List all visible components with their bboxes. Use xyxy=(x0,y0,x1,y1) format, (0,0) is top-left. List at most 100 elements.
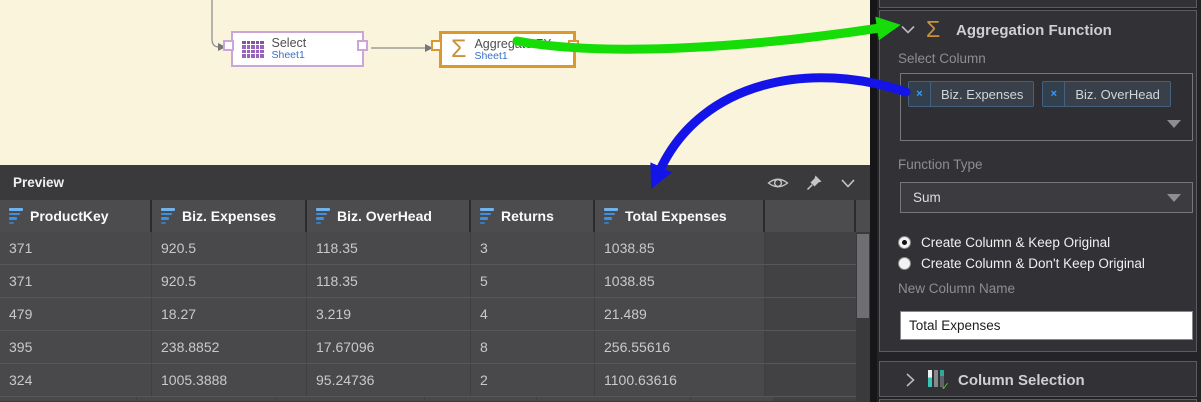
table-cell xyxy=(137,397,277,401)
empty-cell xyxy=(765,232,856,264)
dropdown-arrow-icon[interactable] xyxy=(1167,120,1181,128)
scrollbar-thumb[interactable] xyxy=(857,234,869,318)
table-cell: 17.67096 xyxy=(307,331,471,363)
table-row: 395238.885217.670968256.55616 xyxy=(0,331,856,364)
output-port[interactable] xyxy=(357,40,368,51)
function-type-dropdown[interactable]: Sum xyxy=(900,182,1193,213)
column-header[interactable]: ProductKey xyxy=(0,200,152,232)
aggregation-function-section: Σ Aggregation Function Select Column ×Bi… xyxy=(879,10,1197,352)
table-cell: 371 xyxy=(0,232,152,264)
scrollbar[interactable] xyxy=(856,232,870,402)
remove-x-icon[interactable]: × xyxy=(1043,82,1065,106)
panel-divider xyxy=(870,0,877,402)
empty-cell xyxy=(765,331,856,363)
table-cell: 3 xyxy=(471,232,595,264)
table-cell xyxy=(0,397,137,401)
selected-column-tag[interactable]: ×Biz. OverHead xyxy=(1042,81,1171,107)
chevron-down-icon[interactable] xyxy=(840,177,856,189)
partial-row xyxy=(0,397,856,401)
table-cell: 1100.63616 xyxy=(595,364,765,396)
table-cell: 920.5 xyxy=(152,265,307,297)
column-header-label: Biz. Expenses xyxy=(182,208,276,224)
node-text: Select Sheet1 xyxy=(272,37,307,61)
table-row: 3241005.388895.2473621100.63616 xyxy=(0,364,856,397)
column-header-label: Returns xyxy=(501,208,554,224)
output-port[interactable] xyxy=(568,40,579,51)
eye-icon[interactable] xyxy=(767,175,789,191)
radio-button[interactable] xyxy=(898,257,911,270)
column-header[interactable]: Biz. OverHead xyxy=(307,200,471,232)
column-filter-icon xyxy=(316,208,331,224)
app-root: Select Sheet1 Σ Aggregate FX Sheet1 Prev… xyxy=(0,0,1201,402)
section-title[interactable]: Aggregation Function xyxy=(956,22,1112,39)
table-header: ProductKey Biz. Expenses Biz. OverHead Retu… xyxy=(0,200,870,232)
pin-icon[interactable] xyxy=(806,174,823,191)
table-cell xyxy=(537,397,690,401)
table-body: 371920.5118.3531038.85371920.5118.355103… xyxy=(0,232,856,401)
workflow-canvas[interactable]: Select Sheet1 Σ Aggregate FX Sheet1 xyxy=(0,0,870,165)
table-cell: 1005.3888 xyxy=(152,364,307,396)
radio-label[interactable]: Create Column & Keep Original xyxy=(921,235,1110,250)
remove-x-icon[interactable]: × xyxy=(909,82,931,106)
dropdown-arrow-icon[interactable] xyxy=(1167,194,1181,202)
column-filter-icon xyxy=(604,208,619,224)
empty-cell xyxy=(765,364,856,396)
table-cell: 3.219 xyxy=(307,298,471,330)
grid-icon xyxy=(242,41,264,58)
node-title: Aggregate FX xyxy=(474,38,551,51)
preview-actions xyxy=(767,174,856,191)
table-row: 47918.273.219421.489 xyxy=(0,298,856,331)
sigma-icon: Σ xyxy=(451,37,466,62)
table-cell: 1038.85 xyxy=(595,265,765,297)
column-bars-icon: ✓ xyxy=(928,370,948,390)
selected-column-tag[interactable]: ×Biz. Expenses xyxy=(908,81,1034,107)
column-filter-icon xyxy=(161,208,176,224)
radio-button[interactable] xyxy=(898,236,911,249)
radio-option-dont-keep-original[interactable]: Create Column & Don't Keep Original xyxy=(898,254,1145,272)
table-cell: 1038.85 xyxy=(595,232,765,264)
column-header[interactable]: Returns xyxy=(471,200,595,232)
column-header[interactable]: Total Expenses xyxy=(595,200,765,232)
select-column-label: Select Column xyxy=(898,51,986,66)
table-cell: 920.5 xyxy=(152,232,307,264)
table-cell: 2 xyxy=(471,364,595,396)
sigma-icon: Σ xyxy=(926,16,940,43)
column-header-label: ProductKey xyxy=(30,208,109,224)
node-subtitle[interactable]: Sheet1 xyxy=(272,50,307,61)
input-port[interactable] xyxy=(431,40,442,51)
column-header-label: Total Expenses xyxy=(625,208,727,224)
node-select[interactable]: Select Sheet1 xyxy=(231,31,364,67)
table-cell: 8 xyxy=(471,331,595,363)
column-selection-section[interactable]: ✓ Column Selection xyxy=(879,361,1197,397)
selected-column-tags: ×Biz. Expenses×Biz. OverHead xyxy=(901,74,1192,107)
table-cell: 324 xyxy=(0,364,152,396)
node-text: Aggregate FX Sheet1 xyxy=(474,38,551,62)
table-cell: 479 xyxy=(0,298,152,330)
preview-title: Preview xyxy=(13,175,64,190)
table-cell xyxy=(425,397,537,401)
section-title[interactable]: Column Selection xyxy=(958,372,1085,389)
table-cell: 4 xyxy=(471,298,595,330)
radio-option-keep-original[interactable]: Create Column & Keep Original xyxy=(898,233,1110,251)
column-filter-icon xyxy=(9,208,24,224)
preview-panel: Preview ProductKeyBiz. ExpensesBiz. Ov xyxy=(0,165,870,402)
selected-column-tag-label: Biz. OverHead xyxy=(1065,82,1170,106)
scrollbar-corner xyxy=(856,200,870,232)
new-column-name-label: New Column Name xyxy=(898,281,1015,296)
empty-cell xyxy=(765,265,856,297)
table-cell xyxy=(691,397,774,401)
chevron-right-icon[interactable] xyxy=(904,372,916,388)
empty-cell xyxy=(765,298,856,330)
node-subtitle[interactable]: Sheet1 xyxy=(474,51,551,62)
table-cell: 95.24736 xyxy=(307,364,471,396)
table-cell: 395 xyxy=(0,331,152,363)
new-column-name-input[interactable] xyxy=(900,311,1193,340)
settings-panel: Σ Aggregation Function Select Column ×Bi… xyxy=(877,0,1201,402)
node-aggregate-fx[interactable]: Σ Aggregate FX Sheet1 xyxy=(439,31,576,68)
chevron-down-icon[interactable] xyxy=(900,24,916,35)
column-header[interactable]: Biz. Expenses xyxy=(152,200,307,232)
input-port[interactable] xyxy=(223,40,234,51)
column-multiselect[interactable]: ×Biz. Expenses×Biz. OverHead xyxy=(900,73,1193,141)
radio-label[interactable]: Create Column & Don't Keep Original xyxy=(921,256,1145,271)
table-row: 371920.5118.3551038.85 xyxy=(0,265,856,298)
